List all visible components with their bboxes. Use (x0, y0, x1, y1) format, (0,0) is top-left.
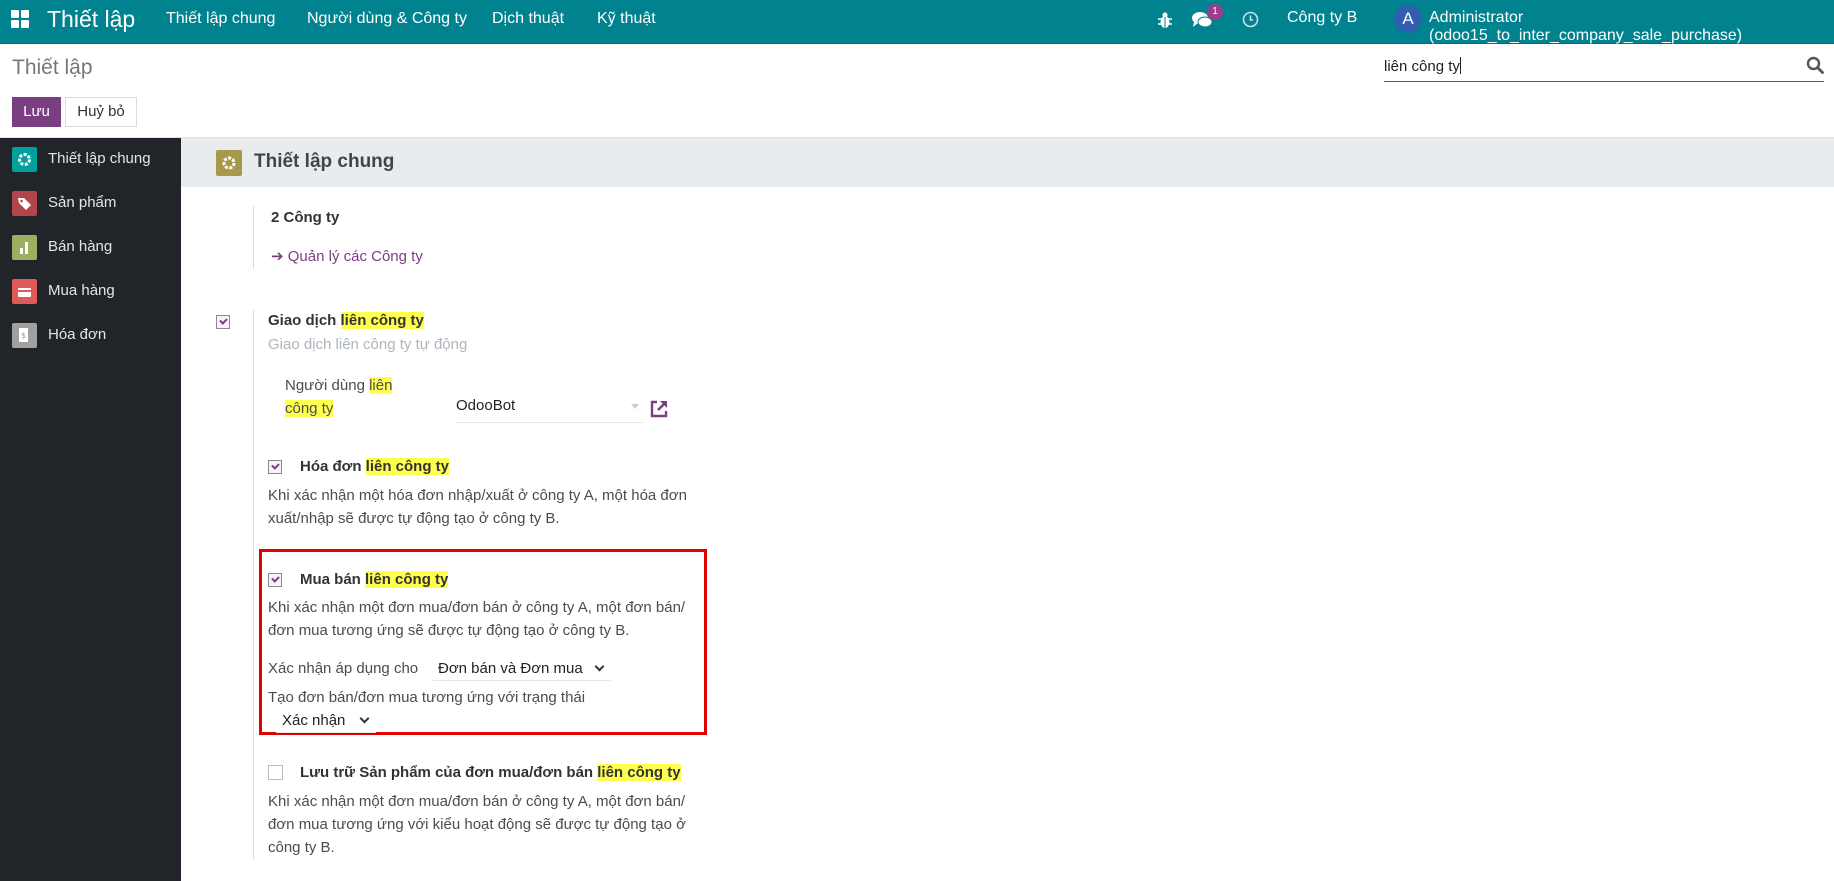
search-input[interactable]: liên công ty (1384, 55, 1824, 82)
tag-icon (12, 191, 37, 216)
search-value: liên công ty (1384, 58, 1460, 75)
gear-icon (12, 147, 37, 172)
chevron-down-icon (359, 713, 370, 724)
user-avatar[interactable]: A (1394, 5, 1422, 33)
sidebar-item-purchase[interactable]: Mua hàng (0, 270, 181, 314)
arrow-right-icon: ➔ (271, 248, 284, 265)
sidebar-item-label: Hóa đơn (48, 326, 107, 343)
app-brand[interactable]: Thiết lập (47, 6, 135, 33)
store-products-description: Khi xác nhận một đơn mua/đơn bán ở công … (268, 793, 686, 856)
sale-purchase-title: Mua bán liên công ty (300, 571, 449, 588)
apply-for-value: Đơn bán và Đơn mua (438, 660, 583, 677)
sales-chart-icon (12, 235, 37, 260)
inter-company-user-select[interactable]: OdooBot (456, 397, 643, 423)
divider (253, 206, 254, 269)
inter-company-user-label: Người dùng liên công ty (285, 377, 393, 417)
inter-company-description: Giao dịch liên công ty tự động (268, 336, 468, 353)
inter-company-invoice-checkbox[interactable] (268, 460, 282, 474)
create-state-select[interactable]: Xác nhận (276, 709, 376, 733)
chevron-down-icon (594, 661, 605, 672)
activity-clock-icon[interactable] (1242, 11, 1259, 28)
manage-companies-label: Quản lý các Công ty (287, 248, 423, 265)
text-caret (1459, 57, 1461, 74)
company-switcher[interactable]: Công ty B (1287, 9, 1357, 27)
page-title: Thiết lập (12, 56, 93, 79)
sidebar-item-sales[interactable]: Bán hàng (0, 226, 181, 270)
invoice-title: Hóa đơn liên công ty (300, 458, 450, 475)
selected-user: OdooBot (456, 397, 516, 414)
sidebar-item-products[interactable]: Sản phẩm (0, 182, 181, 226)
store-products-title: Lưu trữ Sản phẩm của đơn mua/đơn bán liê… (300, 764, 681, 781)
purchase-card-icon (12, 279, 37, 304)
create-state-label: Tạo đơn bán/đơn mua tương ứng với trạng … (268, 689, 586, 706)
search-icon[interactable] (1806, 56, 1824, 74)
debug-icon[interactable] (1157, 11, 1173, 29)
section-title: Thiết lập chung (254, 151, 395, 172)
settings-sidebar: Thiết lập chung Sản phẩm Bán hàng Mua hà… (0, 138, 181, 881)
app-menu-icon[interactable] (11, 10, 31, 30)
discard-button[interactable]: Huỷ bỏ (65, 97, 137, 127)
companies-count: 2 Công ty (271, 209, 340, 226)
svg-text:$: $ (21, 331, 26, 340)
inter-company-checkbox[interactable] (216, 315, 230, 329)
store-products-checkbox[interactable] (268, 765, 283, 780)
sidebar-item-label: Bán hàng (48, 238, 113, 255)
apply-for-label: Xác nhận áp dụng cho (268, 660, 419, 677)
inter-company-title: Giao dịch liên công ty (268, 312, 424, 329)
invoice-description: Khi xác nhận một hóa đơn nhập/xuất ở côn… (268, 487, 687, 527)
user-menu[interactable]: Administrator (odoo15_to_inter_company_s… (1429, 9, 1834, 45)
sidebar-item-label: Mua hàng (48, 282, 115, 299)
dropdown-caret-icon (631, 404, 639, 409)
save-button[interactable]: Lưu (12, 97, 61, 127)
inter-company-sale-purchase-checkbox[interactable] (268, 573, 282, 587)
divider (253, 310, 254, 860)
message-count-badge: 1 (1207, 4, 1223, 20)
menu-users-companies[interactable]: Người dùng & Công ty (307, 10, 467, 28)
control-panel: Thiết lập Lưu Huỷ bỏ liên công ty (0, 45, 1834, 138)
apply-for-select[interactable]: Đơn bán và Đơn mua (433, 657, 611, 681)
sale-purchase-description: Khi xác nhận một đơn mua/đơn bán ở công … (268, 599, 686, 639)
sidebar-item-invoicing[interactable]: $ Hóa đơn (0, 314, 181, 358)
menu-technical[interactable]: Kỹ thuật (597, 10, 656, 28)
sidebar-item-label: Thiết lập chung (48, 150, 151, 167)
menu-general-settings[interactable]: Thiết lập chung (166, 10, 275, 28)
section-header: Thiết lập chung (181, 138, 1834, 187)
external-link-icon[interactable] (648, 398, 670, 420)
create-state-value: Xác nhận (282, 712, 346, 729)
manage-companies-link[interactable]: ➔ Quản lý các Công ty (271, 245, 423, 268)
invoice-icon: $ (12, 323, 37, 348)
gear-icon (216, 150, 242, 176)
top-navbar: Thiết lập Thiết lập chung Người dùng & C… (0, 0, 1834, 44)
sidebar-item-label: Sản phẩm (48, 194, 117, 211)
sidebar-item-general-settings[interactable]: Thiết lập chung (0, 138, 181, 182)
menu-translations[interactable]: Dịch thuật (492, 10, 564, 28)
